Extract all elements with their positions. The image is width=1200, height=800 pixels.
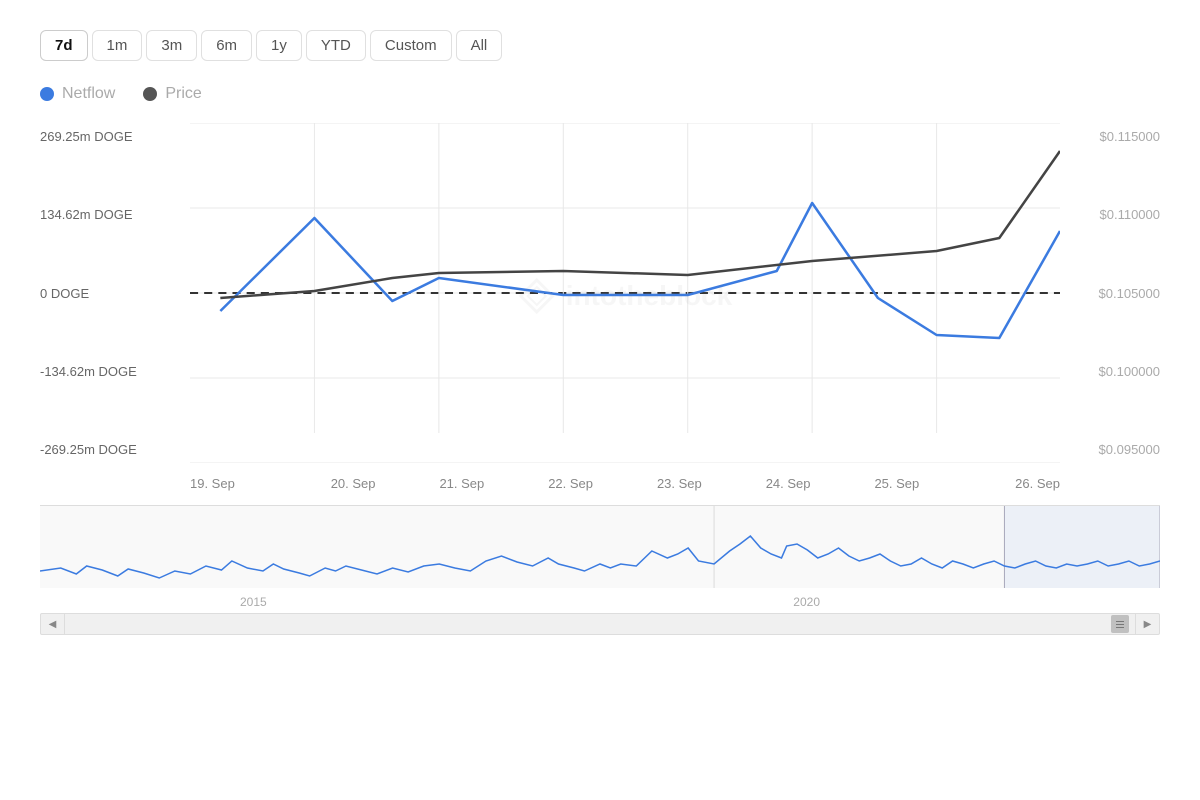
y-left-4: -134.62m DOGE [40, 364, 180, 379]
x-label-4: 22. Sep [516, 476, 625, 491]
scroll-left-btn[interactable]: ◀ [41, 613, 65, 635]
time-btn-3m[interactable]: 3m [146, 30, 197, 61]
main-chart-svg [190, 123, 1060, 463]
netflow-line [220, 203, 1060, 338]
x-label-8: 26. Sep [951, 476, 1060, 491]
price-line [220, 151, 1060, 298]
netflow-label: Netflow [62, 85, 115, 103]
x-label-6: 24. Sep [734, 476, 843, 491]
time-btn-7d[interactable]: 7d [40, 30, 88, 61]
scroll-handle[interactable] [1111, 615, 1129, 633]
y-left-2: 134.62m DOGE [40, 207, 180, 222]
price-label: Price [165, 85, 201, 103]
y-left-5: -269.25m DOGE [40, 442, 180, 457]
time-btn-all[interactable]: All [456, 30, 503, 61]
y-left-3: 0 DOGE [40, 286, 180, 301]
scroll-right-btn[interactable]: ▶ [1135, 613, 1159, 635]
time-btn-ytd[interactable]: YTD [306, 30, 366, 61]
nav-year-2015: 2015 [240, 595, 267, 609]
navigator-svg [40, 506, 1160, 588]
netflow-dot [40, 87, 54, 101]
x-label-7: 25. Sep [843, 476, 952, 491]
time-range-selector: 7d1m3m6m1yYTDCustomAll [0, 20, 1200, 77]
time-btn-1m[interactable]: 1m [92, 30, 143, 61]
y-left-1: 269.25m DOGE [40, 129, 180, 144]
legend-netflow: Netflow [40, 85, 115, 103]
x-label-1: 19. Sep [190, 476, 299, 491]
price-dot [143, 87, 157, 101]
chart-legend: Netflow Price [0, 77, 1200, 123]
x-label-2: 20. Sep [299, 476, 408, 491]
y-right-4: $0.100000 [1070, 364, 1160, 379]
time-btn-1y[interactable]: 1y [256, 30, 302, 61]
nav-year-2020: 2020 [793, 595, 820, 609]
y-right-1: $0.115000 [1070, 129, 1160, 144]
time-btn-custom[interactable]: Custom [370, 30, 452, 61]
main-container: 7d1m3m6m1yYTDCustomAll Netflow Price 269… [0, 0, 1200, 800]
navigator-container: 2015 2020 ◀ ▶ [40, 505, 1160, 625]
time-btn-6m[interactable]: 6m [201, 30, 252, 61]
y-right-3: $0.105000 [1070, 286, 1160, 301]
y-right-2: $0.110000 [1070, 207, 1160, 222]
navigator-scrollbar: ◀ ▶ [40, 613, 1160, 635]
x-label-3: 21. Sep [408, 476, 517, 491]
y-right-5: $0.095000 [1070, 442, 1160, 457]
x-label-5: 23. Sep [625, 476, 734, 491]
legend-price: Price [143, 85, 201, 103]
